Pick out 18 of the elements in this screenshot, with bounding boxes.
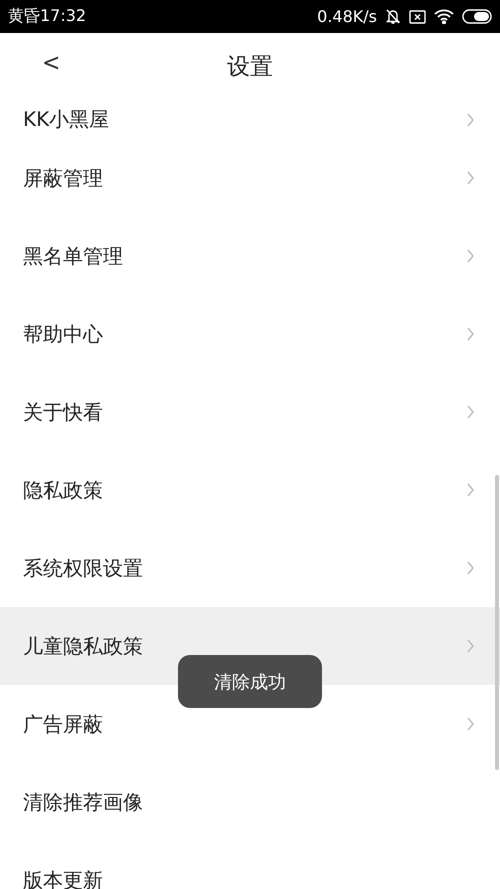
settings-item[interactable]: 隐私政策 bbox=[0, 451, 500, 529]
settings-item[interactable]: 清除推荐画像 bbox=[0, 763, 500, 841]
back-button[interactable]: < bbox=[38, 50, 64, 78]
settings-item[interactable]: 帮助中心 bbox=[0, 295, 500, 373]
scrollbar[interactable] bbox=[495, 475, 499, 770]
settings-item[interactable]: KK小黑屋 bbox=[0, 100, 500, 139]
wifi-icon bbox=[434, 9, 454, 24]
settings-item[interactable]: 屏蔽管理 bbox=[0, 139, 500, 217]
cleared-toast: 清除成功 bbox=[178, 655, 322, 708]
status-time: 黄昏17:32 bbox=[8, 6, 86, 27]
muted-bell-icon bbox=[385, 8, 401, 25]
settings-item[interactable]: 黑名单管理 bbox=[0, 217, 500, 295]
settings-item[interactable]: 系统权限设置 bbox=[0, 529, 500, 607]
sim-card-icon bbox=[409, 10, 426, 24]
page-title: 设置 bbox=[227, 53, 273, 82]
battery-icon bbox=[462, 9, 492, 24]
settings-item[interactable]: 关于快看 bbox=[0, 373, 500, 451]
network-speed: 0.48K/s bbox=[317, 7, 377, 26]
